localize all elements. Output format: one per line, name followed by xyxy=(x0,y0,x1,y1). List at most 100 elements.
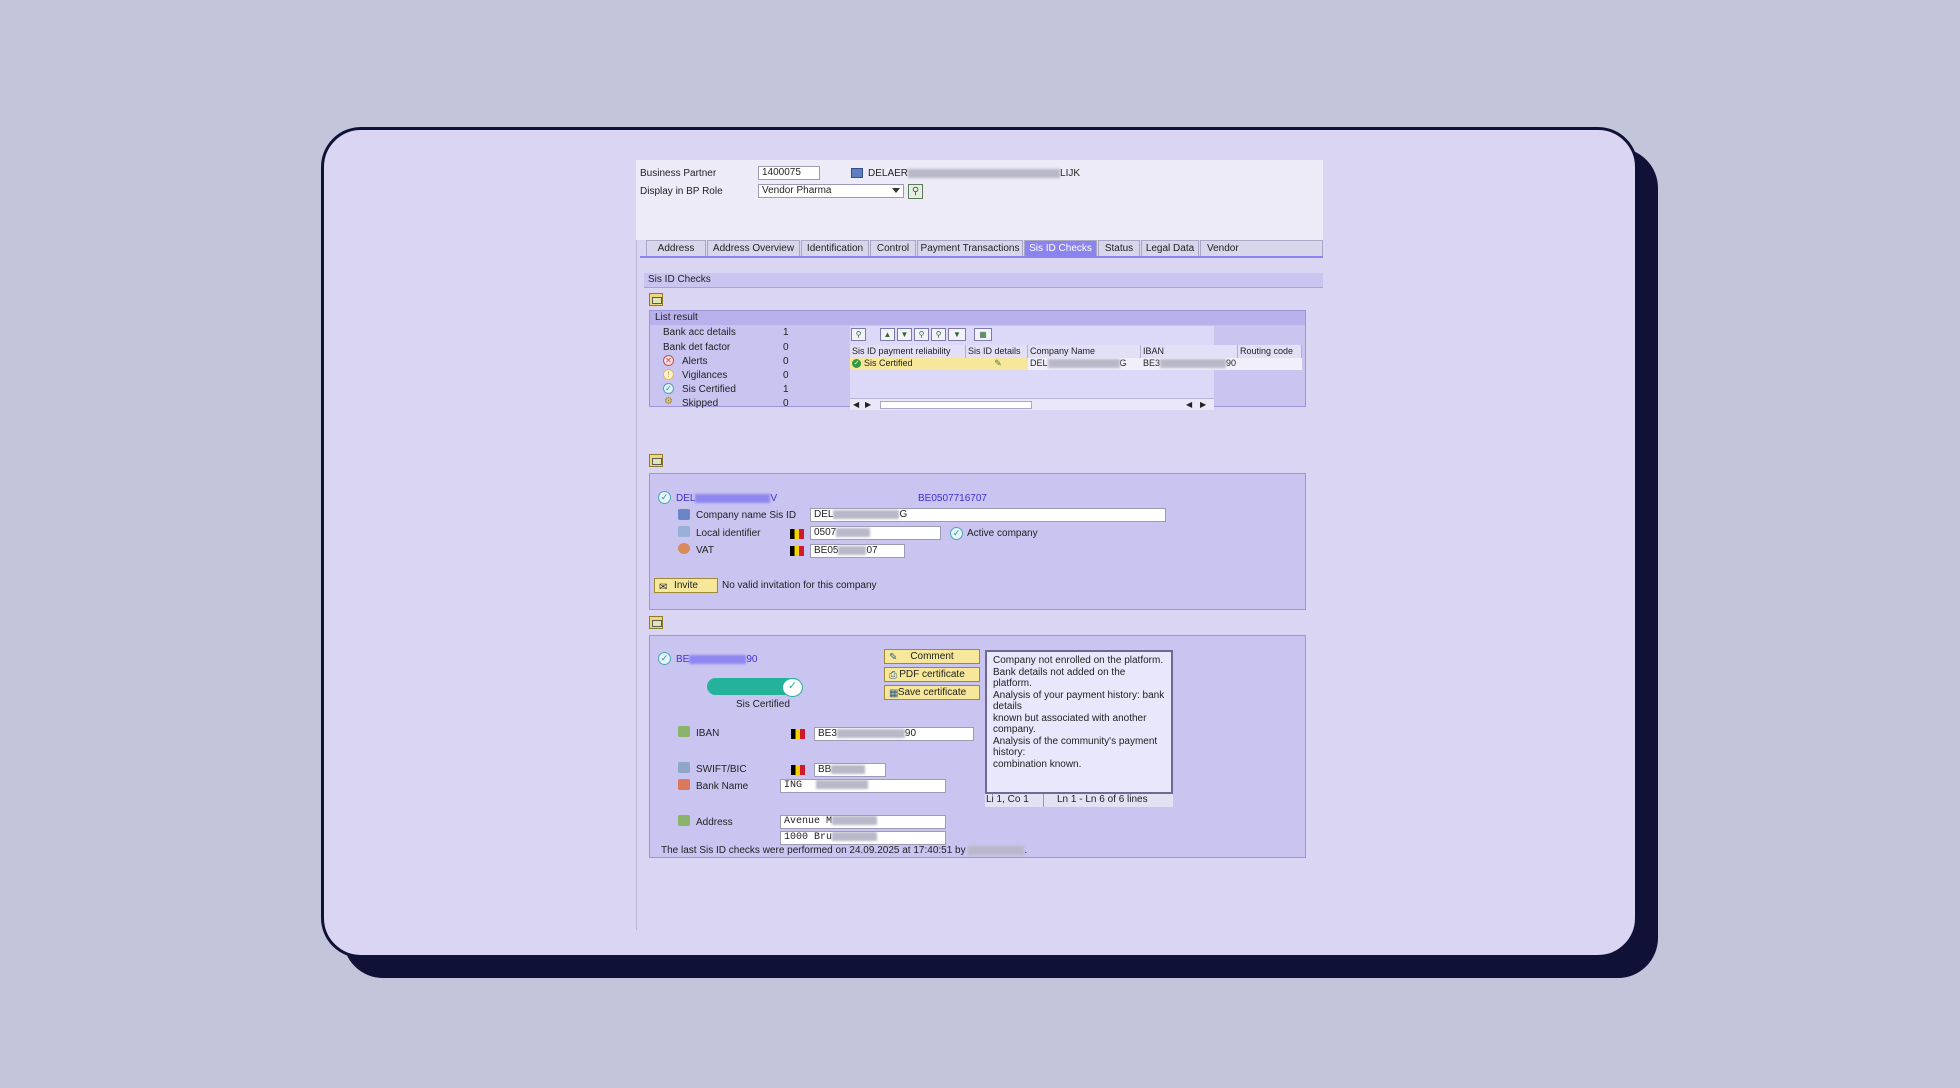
tab-identification[interactable]: Identification xyxy=(801,240,869,257)
company-panel: ✓ DEL V BE0507716707 Company name Sis ID … xyxy=(649,473,1306,610)
bank-iban-link[interactable]: BE 90 xyxy=(676,654,757,665)
filter-icon[interactable]: ▼ xyxy=(948,328,966,341)
company-name-link[interactable]: DEL V xyxy=(676,493,777,504)
bank-name-label: Bank Name xyxy=(696,781,749,792)
layout-icon[interactable]: ▦ xyxy=(974,328,992,341)
row-vigilances-label: Vigilances xyxy=(682,370,728,381)
swift-icon xyxy=(678,762,690,773)
company-name-sis-label: Company name Sis ID xyxy=(696,510,797,521)
bank-icon xyxy=(678,779,690,790)
bank-panel: ✓ BE 90 Sis Certified ✎ Comment ⎙ PDF certi… xyxy=(649,635,1306,858)
expand-list-icon[interactable] xyxy=(649,293,663,306)
cursor-position: Li 1, Co 1 xyxy=(986,794,1029,805)
analysis-line: Analysis of your payment history: bank d… xyxy=(993,689,1165,713)
belgium-flag-icon xyxy=(790,546,804,556)
scroll-end-left-icon[interactable]: ◀ xyxy=(1186,400,1192,409)
tab-sis-id-checks[interactable]: Sis ID Checks xyxy=(1024,240,1097,257)
company-check-icon: ✓ xyxy=(658,491,671,504)
row-skipped-count: 0 xyxy=(783,398,789,409)
chevron-down-icon xyxy=(892,188,900,193)
tab-strip: Address Address Overview Identification … xyxy=(646,240,1323,257)
company-vat-link[interactable]: BE0507716707 xyxy=(918,493,987,504)
display-role-select[interactable]: Vendor Pharma xyxy=(758,184,904,198)
analysis-textbox[interactable]: Company not enrolled on the platform. Ba… xyxy=(985,650,1173,794)
cell-details-button[interactable]: ✎ xyxy=(966,358,1028,370)
col-routing-code[interactable]: Routing code xyxy=(1238,345,1302,358)
col-sis-id-details[interactable]: Sis ID details xyxy=(966,345,1028,358)
address-line2-field: 1000 Bru xyxy=(780,831,946,845)
analysis-line: Company not enrolled on the platform. xyxy=(993,655,1164,666)
row-alerts-count: 0 xyxy=(783,356,789,367)
detail-pencil-icon: ✎ xyxy=(994,358,1002,368)
details-icon[interactable]: ⚲ xyxy=(851,328,866,341)
sort-ascending-icon[interactable]: ▲ xyxy=(880,328,895,341)
certified-check-icon: ✓ xyxy=(663,383,674,394)
tab-legal-data[interactable]: Legal Data xyxy=(1141,240,1199,257)
analysis-line: Analysis of the community's payment hist… xyxy=(993,735,1158,759)
swift-field: BB xyxy=(814,763,886,777)
expand-bank-icon[interactable] xyxy=(649,616,663,629)
row-bank-det-factor-label: Bank det factor xyxy=(663,342,731,353)
sap-window: Business Partner 1400075 DELAER LIJK Disp… xyxy=(636,160,1323,930)
printer-icon: ⎙ xyxy=(889,670,897,681)
comment-button[interactable]: ✎ Comment xyxy=(884,649,980,664)
cell-iban: BE3 90 xyxy=(1141,358,1238,370)
scroll-left-icon[interactable]: ◀ xyxy=(853,400,859,409)
vat-field: BE05 07 xyxy=(810,544,905,558)
left-border xyxy=(636,240,637,930)
col-payment-reliability[interactable]: Sis ID payment reliability xyxy=(850,345,966,358)
expand-company-icon[interactable] xyxy=(649,454,663,467)
scroll-end-right-icon[interactable]: ▶ xyxy=(1200,400,1206,409)
pdf-certificate-button[interactable]: ⎙ PDF certificate xyxy=(884,667,980,682)
save-certificate-button[interactable]: ▦ Save certificate xyxy=(884,685,980,700)
row-vigilances-count: 0 xyxy=(783,370,789,381)
envelope-icon: ✉ xyxy=(659,582,668,593)
bank-name-field: ING xyxy=(780,779,946,793)
col-iban[interactable]: IBAN xyxy=(1141,345,1238,358)
bank-check-icon: ✓ xyxy=(658,652,671,665)
list-result-title: List result xyxy=(650,311,1305,325)
tab-status[interactable]: Status xyxy=(1098,240,1140,257)
cell-company-name: DEL G xyxy=(1028,358,1141,370)
certified-status-label: Sis Certified xyxy=(736,699,790,710)
find-next-icon[interactable]: ⚲ xyxy=(931,328,946,341)
tab-address[interactable]: Address xyxy=(646,240,706,257)
tab-control[interactable]: Control xyxy=(870,240,916,257)
search-icon[interactable]: ⚲ xyxy=(908,184,923,199)
invite-button[interactable]: ✉ Invite xyxy=(654,578,718,593)
belgium-flag-icon xyxy=(791,729,805,739)
local-identifier-label: Local identifier xyxy=(696,528,761,539)
textbox-status-bar: Li 1, Co 1 Ln 1 - Ln 6 of 6 lines xyxy=(985,794,1173,807)
vat-icon xyxy=(678,543,690,554)
alert-x-icon: ✕ xyxy=(663,355,674,366)
row-sis-certified-label: Sis Certified xyxy=(682,384,736,395)
tab-address-overview[interactable]: Address Overview xyxy=(707,240,800,257)
skipped-icon: ⚙ xyxy=(664,396,673,407)
cell-routing-code xyxy=(1238,358,1302,370)
vat-label: VAT xyxy=(696,545,714,556)
cell-reliability[interactable]: ✓ Sis Certified xyxy=(850,358,966,370)
find-icon[interactable]: ⚲ xyxy=(914,328,929,341)
last-check-info: The last Sis ID checks were performed on… xyxy=(661,845,1028,856)
scroll-right-icon[interactable]: ▶ xyxy=(865,400,871,409)
row-alerts-label: Alerts xyxy=(682,356,708,367)
display-role-label: Display in BP Role xyxy=(640,186,723,197)
pencil-icon: ✎ xyxy=(889,652,898,663)
certified-check-icon: ✓ xyxy=(852,359,861,368)
business-partner-label: Business Partner xyxy=(640,168,717,179)
sort-descending-icon[interactable]: ▼ xyxy=(897,328,912,341)
horizontal-scrollbar[interactable]: ◀ ▶ ◀ ▶ xyxy=(850,398,1214,410)
tab-vendor[interactable]: Vendor xyxy=(1200,240,1323,257)
business-partner-input[interactable]: 1400075 xyxy=(758,166,820,180)
identifier-icon xyxy=(678,526,690,537)
col-company-name[interactable]: Company Name xyxy=(1028,345,1141,358)
belgium-flag-icon xyxy=(790,529,804,539)
row-bank-det-factor-count: 0 xyxy=(783,342,789,353)
iban-field: BE3 90 xyxy=(814,727,974,741)
business-partner-name: DELAER LIJK xyxy=(868,168,1081,179)
tab-payment-transactions[interactable]: Payment Transactions xyxy=(917,240,1023,257)
partner-icon xyxy=(851,168,863,178)
scroll-thumb[interactable] xyxy=(880,401,1032,409)
building-icon xyxy=(678,509,690,520)
belgium-flag-icon xyxy=(791,765,805,775)
